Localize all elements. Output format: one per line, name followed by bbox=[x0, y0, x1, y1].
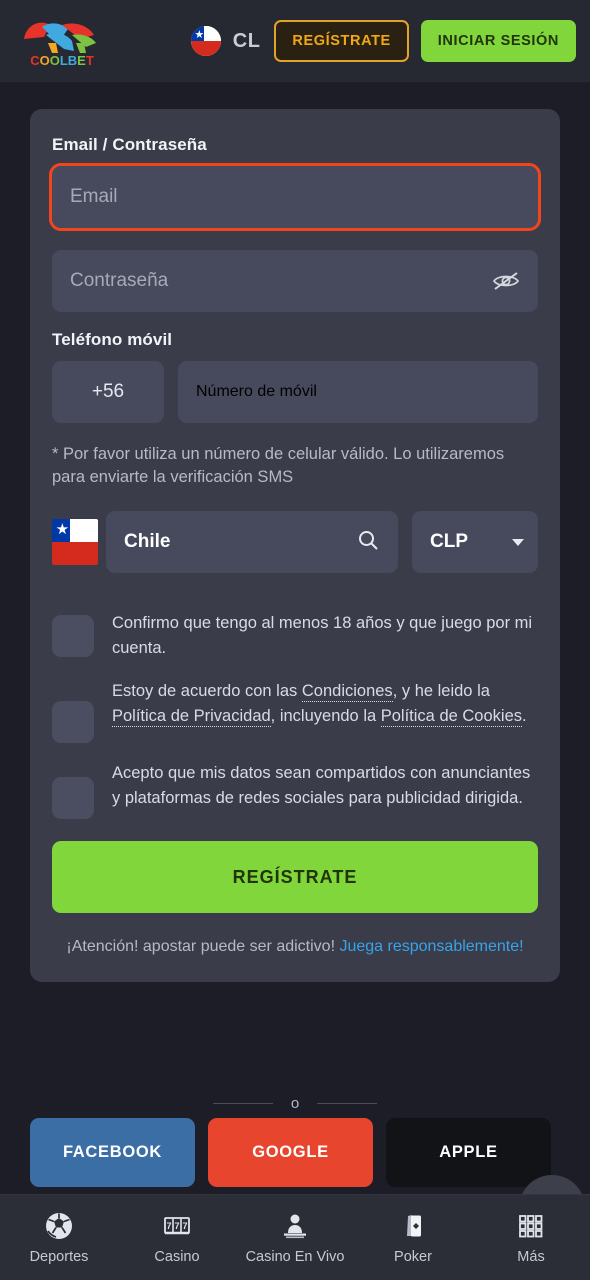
term-row: Estoy de acuerdo con las Condiciones, y … bbox=[52, 675, 538, 743]
term-part: . bbox=[522, 707, 527, 725]
live-dealer-icon bbox=[280, 1211, 310, 1241]
search-icon[interactable] bbox=[356, 528, 380, 557]
warning-text: ¡Atención! apostar puede ser adictivo! bbox=[66, 938, 340, 955]
responsible-gambling-link[interactable]: Juega responsablemente! bbox=[339, 938, 523, 955]
divider-line-left bbox=[212, 1103, 273, 1104]
register-submit-button[interactable]: REGÍSTRATE bbox=[52, 841, 538, 913]
term-part: , y he leido la bbox=[392, 682, 490, 700]
term-text: Acepto que mis datos sean compartidos co… bbox=[112, 757, 538, 811]
term-part: , incluyendo la bbox=[270, 707, 381, 725]
page-content: Email / Contraseña Email Contraseña Telé… bbox=[0, 82, 590, 1194]
coolbet-logo[interactable]: COOLBET bbox=[18, 13, 106, 69]
chat-question-icon: ? bbox=[533, 1191, 571, 1194]
header-actions: ★ CL REGÍSTRATE INICIAR SESIÓN bbox=[190, 20, 576, 62]
term-text: Confirmo que tengo al menos 18 años y qu… bbox=[112, 607, 538, 661]
eye-off-icon[interactable] bbox=[492, 270, 520, 292]
email-field[interactable]: Email bbox=[49, 163, 541, 231]
divider-label: o bbox=[290, 1095, 300, 1112]
slot-machine-icon: 7 7 7 bbox=[162, 1211, 192, 1241]
or-divider: o bbox=[0, 1095, 590, 1112]
chile-flag-icon[interactable]: ★ bbox=[190, 26, 221, 56]
phone-label: Teléfono móvil bbox=[52, 330, 173, 349]
nav-item-poker[interactable]: Poker bbox=[354, 1211, 472, 1265]
country-select[interactable]: Chile bbox=[106, 511, 398, 573]
terms-list: Confirmo que tengo al menos 18 años y qu… bbox=[52, 607, 538, 819]
header-login-button[interactable]: INICIAR SESIÓN bbox=[420, 20, 576, 62]
google-login-button[interactable]: GOOGLE bbox=[208, 1118, 373, 1187]
currency-select[interactable]: CLP bbox=[412, 511, 538, 573]
term-text: Estoy de acuerdo con las Condiciones, y … bbox=[112, 675, 538, 729]
social-login-row: FACEBOOK GOOGLE APPLE bbox=[30, 1118, 551, 1187]
grid-menu-icon bbox=[516, 1211, 546, 1241]
app-screen: COOLBET ★ CL REGÍSTRATE INICIAR SESIÓN E… bbox=[0, 0, 590, 1280]
conditions-link[interactable]: Condiciones bbox=[301, 682, 393, 702]
password-placeholder: Contraseña bbox=[70, 270, 169, 291]
facebook-login-button[interactable]: FACEBOOK bbox=[30, 1118, 195, 1187]
divider-line-right bbox=[317, 1103, 378, 1104]
currency-value: CLP bbox=[430, 531, 468, 552]
phone-placeholder: Número de móvil bbox=[196, 383, 317, 400]
term-part: Acepto que mis datos sean compartidos co… bbox=[112, 764, 531, 807]
country-currency-row: ★ Chile CLP bbox=[52, 511, 538, 573]
checkbox-age-confirmation[interactable] bbox=[52, 615, 94, 657]
nav-label: Más bbox=[517, 1248, 545, 1265]
header-register-button[interactable]: REGÍSTRATE bbox=[274, 20, 409, 62]
svg-text:7: 7 bbox=[182, 1221, 187, 1231]
responsible-gambling-warning: ¡Atención! apostar puede ser adictivo! J… bbox=[52, 935, 538, 958]
term-part: Confirmo que tengo al menos 18 años y qu… bbox=[112, 614, 533, 657]
checkbox-terms-privacy[interactable] bbox=[52, 701, 94, 743]
chevron-down-icon bbox=[512, 538, 524, 546]
nav-label: Casino bbox=[154, 1248, 200, 1265]
country-code-label[interactable]: CL bbox=[233, 30, 261, 53]
apple-login-button[interactable]: APPLE bbox=[386, 1118, 551, 1187]
email-password-label: Email / Contraseña bbox=[52, 135, 207, 154]
nav-item-mas[interactable]: Más bbox=[472, 1211, 590, 1265]
email-placeholder: Email bbox=[70, 186, 118, 207]
term-row: Confirmo que tengo al menos 18 años y qu… bbox=[52, 607, 538, 661]
nav-item-casino[interactable]: 7 7 7 Casino bbox=[118, 1211, 236, 1265]
playing-cards-icon bbox=[398, 1211, 428, 1241]
chile-flag-square-icon: ★ bbox=[52, 519, 98, 565]
top-header: COOLBET ★ CL REGÍSTRATE INICIAR SESIÓN bbox=[0, 0, 590, 82]
bottom-navigation: Deportes 7 7 7 Casino Casino En Vivo Pok… bbox=[0, 1194, 590, 1280]
sms-hint-text: * Por favor utiliza un número de celular… bbox=[52, 445, 505, 486]
svg-text:7: 7 bbox=[166, 1221, 171, 1231]
nav-label: Casino En Vivo bbox=[245, 1248, 345, 1265]
privacy-policy-link[interactable]: Política de Privacidad bbox=[112, 707, 271, 727]
nav-item-casino-en-vivo[interactable]: Casino En Vivo bbox=[236, 1211, 354, 1265]
phone-number-field[interactable]: Número de móvil bbox=[178, 361, 538, 423]
password-field[interactable]: Contraseña bbox=[52, 250, 538, 312]
nav-label: Poker bbox=[394, 1248, 432, 1265]
svg-text:COOLBET: COOLBET bbox=[30, 53, 94, 68]
cookies-policy-link[interactable]: Política de Cookies bbox=[380, 707, 522, 727]
term-row: Acepto que mis datos sean compartidos co… bbox=[52, 757, 538, 819]
phone-row: +56 Número de móvil bbox=[52, 361, 538, 423]
phone-prefix[interactable]: +56 bbox=[52, 361, 164, 423]
soccer-ball-icon bbox=[44, 1211, 74, 1241]
nav-label: Deportes bbox=[29, 1248, 89, 1265]
country-value: Chile bbox=[124, 531, 171, 552]
checkbox-marketing-consent[interactable] bbox=[52, 777, 94, 819]
term-part: Estoy de acuerdo con las bbox=[112, 682, 302, 700]
nav-item-deportes[interactable]: Deportes bbox=[0, 1211, 118, 1265]
svg-text:7: 7 bbox=[174, 1221, 179, 1231]
registration-card: Email / Contraseña Email Contraseña Telé… bbox=[30, 109, 560, 982]
